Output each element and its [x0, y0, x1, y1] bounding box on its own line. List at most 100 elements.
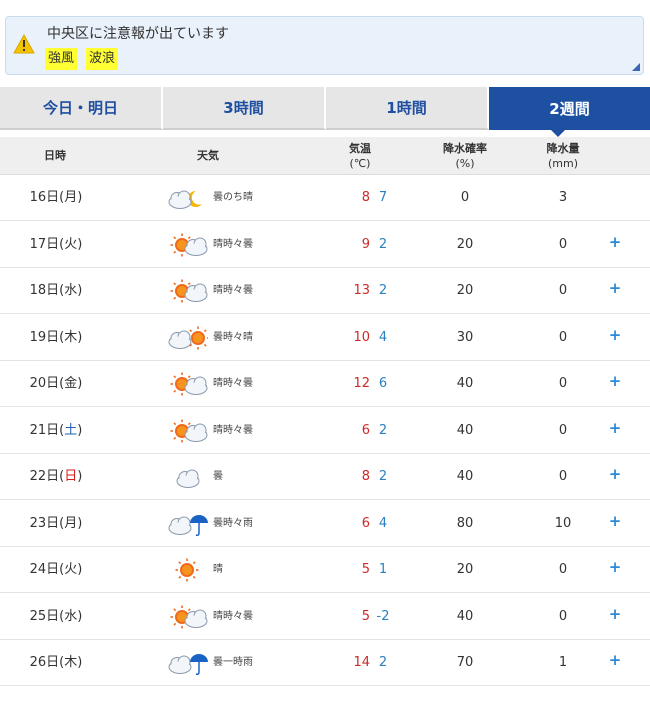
row-weather-text: 晴時々曇 [213, 378, 253, 389]
row-precip-amount: 0 [558, 283, 568, 298]
sunny-cloudy-icon [170, 233, 208, 256]
header-pop-unit: (%) [455, 157, 475, 170]
row-temp-min: 1 [378, 562, 388, 577]
expand-plus-icon[interactable]: + [603, 268, 627, 314]
row-temp-max: 14 [353, 655, 370, 670]
expand-plus-icon[interactable]: + [603, 222, 627, 268]
row-date-day: 17日( [29, 236, 65, 252]
expand-plus-icon[interactable]: + [603, 315, 627, 361]
row-precip-probability: 20 [456, 236, 474, 252]
row-precip-amount: 1 [558, 655, 568, 670]
row-temp-max: 8 [361, 190, 370, 205]
cloudy-rain-icon [168, 654, 208, 675]
row-date-close: ) [77, 422, 83, 438]
header-temp-label: 気温 [349, 142, 371, 155]
sunny-cloudy-icon [170, 279, 208, 303]
row-weather-text: 晴 [213, 564, 223, 575]
row-date-day: 24日( [29, 562, 65, 577]
expand-plus-icon[interactable] [603, 175, 627, 221]
row-precip-probability: 20 [456, 562, 474, 577]
row-precip-probability: 0 [460, 190, 470, 205]
row-temp-min: 2 [378, 236, 388, 252]
tab-3-hour[interactable]: 3時間 [163, 87, 326, 130]
expand-corner-icon [632, 63, 640, 71]
row-date-day: 26日( [29, 655, 65, 670]
row-date: 21日(土) [0, 408, 112, 454]
row-date: 18日(水) [0, 268, 112, 314]
row-precip-probability: 30 [456, 329, 474, 345]
warning-tag-strong-wind: 強風 [45, 48, 78, 70]
row-date-close: ) [77, 236, 83, 252]
header-date: 日時 [44, 149, 66, 162]
row-date: 23日(月) [0, 501, 112, 547]
row-date-close: ) [77, 283, 83, 298]
row-precip-probability: 40 [456, 469, 474, 484]
row-precip-amount: 0 [558, 608, 568, 624]
forecast-row[interactable]: 26日(木) 曇一時雨 14 2 70 1 + [0, 640, 650, 686]
row-temp-max: 9 [361, 236, 370, 252]
row-date-weekday: 木 [64, 655, 78, 670]
row-weather-text: 晴時々曇 [213, 238, 253, 250]
forecast-row[interactable]: 23日(月) 曇時々雨 6 4 80 10 + [0, 501, 650, 547]
row-date: 22日(日) [0, 454, 112, 500]
expand-plus-icon[interactable]: + [603, 408, 627, 454]
expand-plus-icon[interactable]: + [603, 501, 627, 547]
forecast-row[interactable]: 18日(水) 晴時々曇 13 2 20 0 + [0, 268, 650, 314]
tab-2-week[interactable]: 2週間 [489, 87, 650, 130]
row-date-day: 22日( [29, 469, 65, 484]
forecast-row[interactable]: 19日(木) 曇時々晴 10 4 30 0 + [0, 315, 650, 361]
row-date-weekday: 日 [64, 469, 78, 484]
expand-plus-icon[interactable]: + [603, 640, 627, 686]
sun-icon [175, 558, 199, 582]
expand-plus-icon[interactable]: + [603, 361, 627, 407]
forecast-row[interactable]: 22日(日) 曇 8 2 40 0 + [0, 454, 650, 500]
cloud-icon [176, 469, 200, 488]
row-date-day: 25日( [29, 608, 65, 624]
forecast-row[interactable]: 25日(水) 晴時々曇 5 -2 40 0 + [0, 594, 650, 640]
row-date-day: 16日( [29, 190, 65, 205]
row-date-weekday: 水 [64, 283, 78, 298]
header-temp: 気温 (℃) [335, 141, 385, 171]
warning-banner[interactable]: 中央区に注意報が出ています 強風 波浪 [5, 16, 644, 75]
row-date-close: ) [77, 562, 83, 577]
row-precip-amount: 0 [558, 469, 568, 484]
row-date-weekday: 水 [64, 608, 78, 624]
row-precip-probability: 70 [456, 655, 474, 670]
forecast-row[interactable]: 24日(火) 晴 5 1 20 0 + [0, 547, 650, 593]
row-temp-min: 4 [378, 515, 388, 531]
cloudy-night-icon [168, 190, 202, 209]
row-weather-text: 晴時々曇 [213, 610, 253, 622]
forecast-row[interactable]: 20日(金) 晴時々曇 12 6 40 0 + [0, 361, 650, 407]
row-date-weekday: 月 [64, 515, 78, 531]
row-precip-amount: 0 [558, 329, 568, 345]
row-weather-text: 曇 [213, 471, 223, 482]
row-date-close: ) [77, 655, 83, 670]
row-precip-probability: 40 [456, 422, 474, 438]
row-precip-amount: 3 [558, 190, 568, 205]
row-date: 17日(火) [0, 222, 112, 268]
header-pop: 降水確率 (%) [430, 141, 500, 171]
row-temp-max: 6 [361, 422, 370, 438]
row-date-day: 23日( [29, 515, 65, 531]
row-date-day: 18日( [29, 283, 65, 298]
row-date-close: ) [77, 608, 83, 624]
row-date-close: ) [77, 190, 83, 205]
row-date-day: 21日( [29, 422, 65, 438]
tab-today-tomorrow[interactable]: 今日・明日 [0, 87, 163, 130]
expand-plus-icon[interactable]: + [603, 594, 627, 640]
row-temp-max: 12 [353, 376, 370, 391]
forecast-row[interactable]: 21日(土) 晴時々曇 6 2 40 0 + [0, 408, 650, 454]
row-date-close: ) [77, 376, 83, 391]
row-date-weekday: 月 [64, 190, 78, 205]
expand-plus-icon[interactable]: + [603, 454, 627, 500]
tab-1-hour[interactable]: 1時間 [326, 87, 489, 130]
row-temp-max: 13 [353, 283, 370, 298]
row-weather-text: 晴時々曇 [213, 285, 253, 296]
row-weather-text: 曇のち晴 [213, 192, 253, 203]
forecast-row[interactable]: 17日(火) 晴時々曇 9 2 20 0 + [0, 222, 650, 268]
row-temp-min: 2 [378, 283, 388, 298]
row-weather-text: 曇時々雨 [213, 517, 253, 529]
table-header: 日時 天気 気温 (℃) 降水確率 (%) 降水量 (mm) [0, 137, 650, 175]
expand-plus-icon[interactable]: + [603, 547, 627, 593]
warning-tag-high-waves: 波浪 [86, 48, 119, 70]
